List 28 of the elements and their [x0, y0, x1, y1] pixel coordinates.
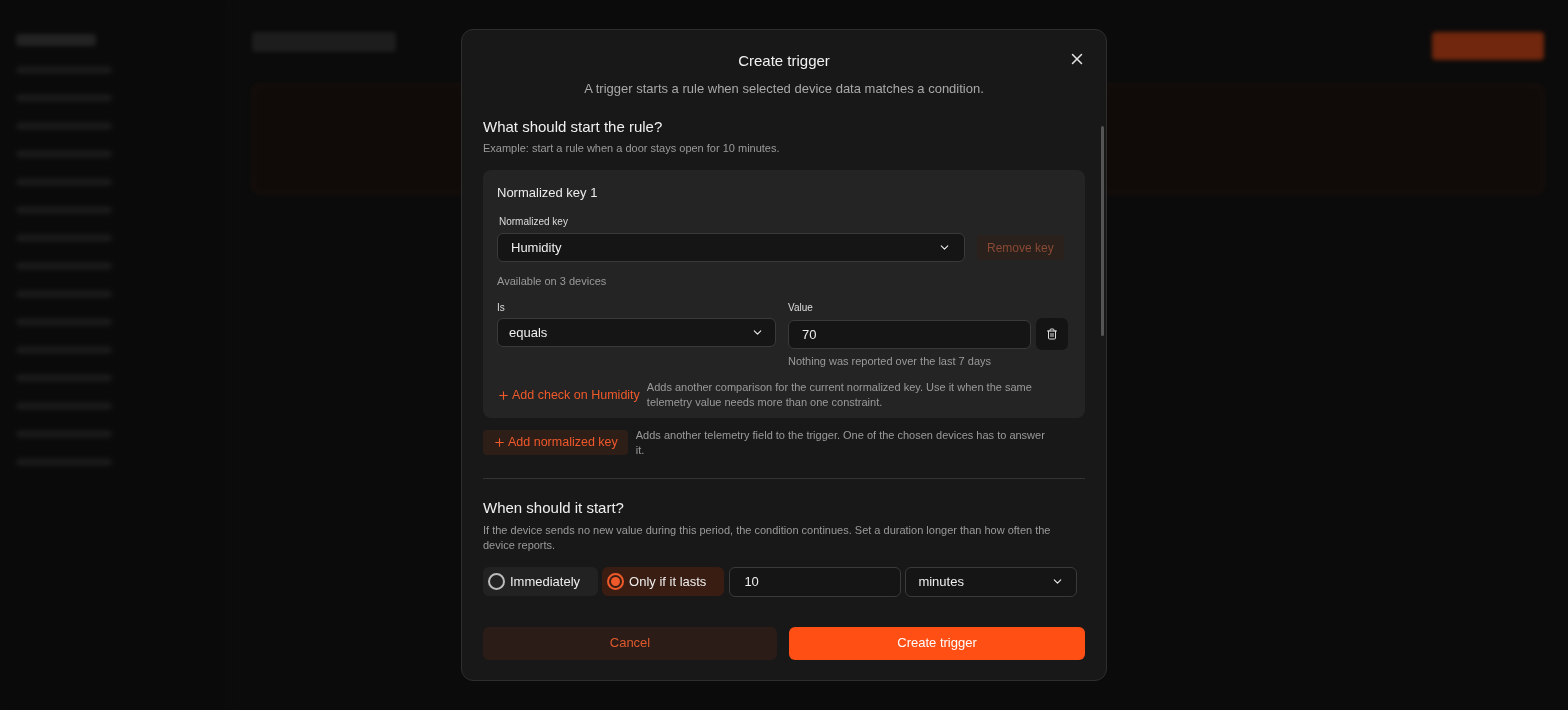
- field-label: Value: [788, 301, 814, 315]
- add-check-help: Adds another comparison for the current normalized key. Use it when the same telemetry value needs more than one constraint.: [646, 380, 1033, 410]
- duration-input[interactable]: 10: [729, 566, 902, 597]
- plus-icon: [493, 436, 506, 449]
- add-check-link[interactable]: Add check on Humidity: [497, 386, 640, 405]
- section-heading: When should it start?: [483, 498, 625, 518]
- section-hint: If the device sends no new value during this period, the condition continues. Set a duration longer than how often the device reports.: [483, 522, 1052, 553]
- unit-select[interactable]: minutes: [905, 566, 1078, 597]
- section-hint: Example: start a rule when a door stays open for 10 minutes.: [483, 140, 781, 155]
- operator-select[interactable]: equals: [497, 318, 776, 347]
- add-key-button[interactable]: Add normalized key: [483, 430, 628, 455]
- dialog-title: Create trigger: [738, 51, 830, 71]
- field-label: Normalized key: [499, 215, 569, 229]
- trash-icon: [1046, 328, 1058, 340]
- value-note: Nothing was reported over the last 7 days: [788, 354, 992, 368]
- value-input[interactable]: 70: [788, 319, 1031, 349]
- radio-option[interactable]: Only if it lasts: [602, 567, 725, 596]
- radio-option[interactable]: Immediately: [483, 567, 599, 596]
- plus-icon: [497, 388, 510, 402]
- key-select[interactable]: Humidity: [497, 233, 965, 262]
- section-heading: What should start the rule?: [483, 117, 664, 137]
- field-label: Is: [497, 301, 506, 315]
- delete-button[interactable]: [1036, 318, 1068, 350]
- add-key-help: Adds another telemetry field to the trigger. One of the chosen devices has to answer it.: [635, 428, 1046, 458]
- dialog-subtitle: A trigger starts a rule when selected device data matches a condition.: [584, 79, 984, 98]
- cancel-button[interactable]: Cancel: [483, 626, 777, 660]
- key-title: Normalized key 1: [497, 183, 599, 202]
- availability-text: Available on 3 devices: [497, 274, 608, 288]
